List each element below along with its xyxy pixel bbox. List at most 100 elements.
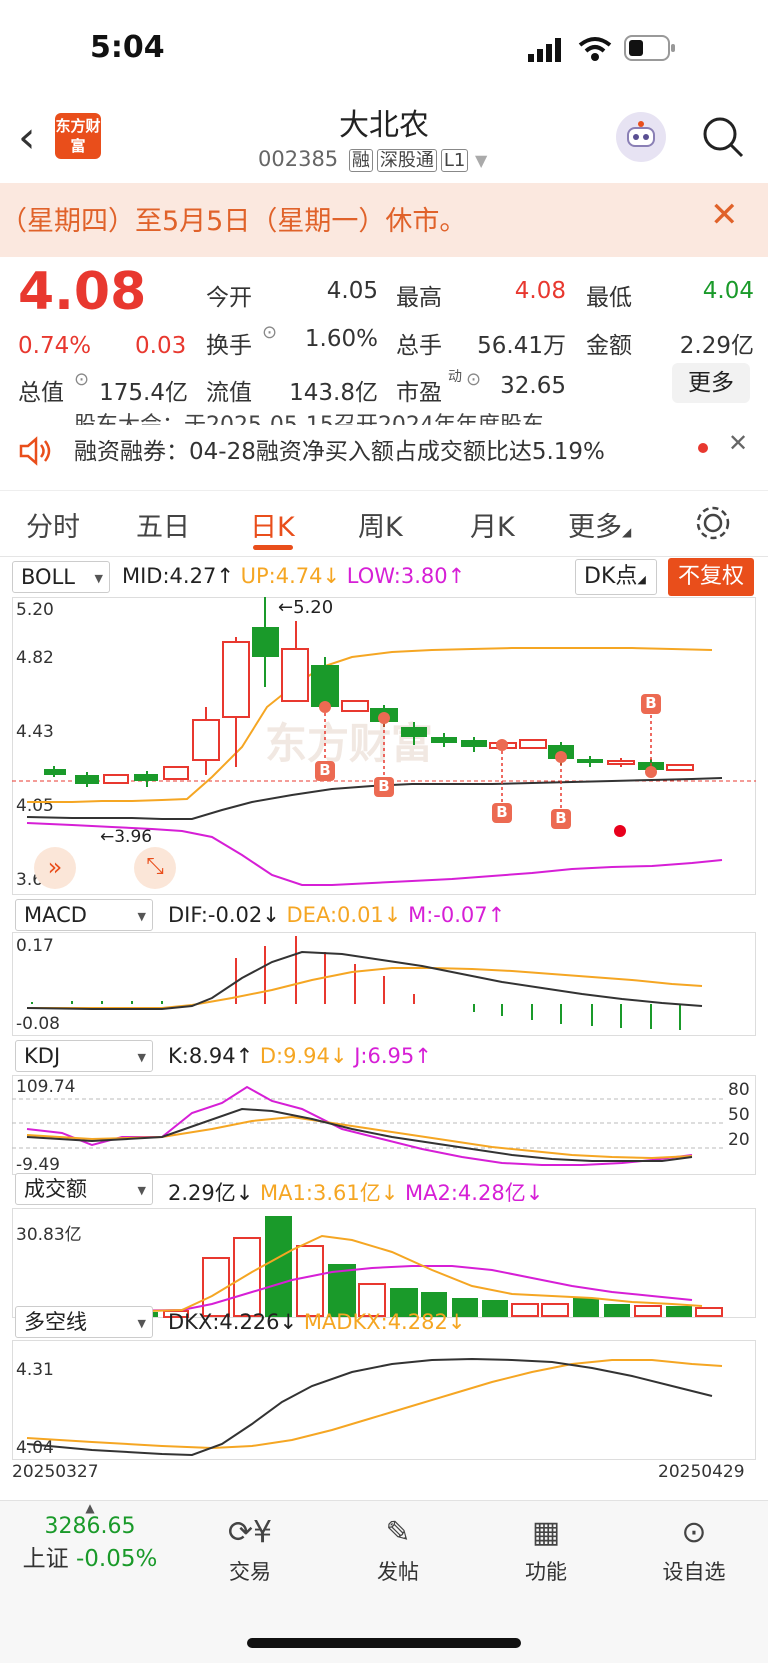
float-label: 流值 [206,380,252,406]
dropdown-icon: ▼ [137,1317,146,1330]
buy-badge[interactable]: B [492,803,512,821]
tab-weekly-k[interactable]: 周K [358,505,403,544]
dkx-value: DKX:4.226↓ [168,1310,298,1334]
min-price-mark: ←3.96 [100,827,153,847]
dkx-values: DKX:4.226↓ MADKX:4.282↓ [168,1310,465,1334]
news-line-2: 融资融券：04-28融资净买入额占成交额比达5.19% [74,439,605,465]
adjust-button[interactable]: 不复权 [668,558,754,596]
kdj-svg [12,1085,724,1166]
macd-dea: DEA:0.01↓ [286,903,402,927]
tab-active-indicator [253,545,293,550]
volume-value: 56.41万 [477,333,566,359]
dkx-name: 多空线 [24,1310,87,1334]
max-price-mark: ←5.20 [278,597,334,618]
macd-selector[interactable]: MACD ▼ [15,899,153,931]
change-amount: 0.03 [135,333,187,359]
speaker-icon [19,436,51,466]
turnover-value: 1.60% [304,326,378,352]
buy-badge[interactable]: B [641,694,661,712]
macd-dif: DIF:-0.02↓ [168,903,280,927]
tab-more-label: 更多 [568,512,622,543]
index-widget[interactable]: ▲ 3286.65 上证 -0.05% [20,1502,160,1573]
index-value: 3286.65 [44,1514,136,1539]
divider [0,490,768,491]
candle [222,641,250,718]
tab-more[interactable]: 更多◢ [568,505,631,544]
expand-panel-icon[interactable]: » [34,847,76,889]
dk-point-button[interactable]: DK点◢ [575,559,657,595]
buy-badge[interactable]: B [374,777,394,795]
index-change: -0.05% [75,1546,158,1572]
kdj-selector[interactable]: KDJ ▼ [15,1040,153,1072]
robot-assistant-icon[interactable] [616,112,666,162]
kdj-k-line [26,1107,693,1162]
candle [134,774,158,781]
volume-label: 总手 [396,333,442,359]
pe-label: 市盈 [396,380,442,406]
amount-value: 2.29亿 [679,333,754,359]
dropdown-icon[interactable]: ▼ [475,151,487,170]
gear-icon[interactable] [693,503,733,543]
info-icon[interactable]: ⊙ [466,369,481,390]
nav-watchlist-label: 设自选 [662,1560,726,1584]
tab-daily-k[interactable]: 日K [250,505,295,544]
notice-text: （星期四）至5月5日（星期一）休市。 [0,206,467,237]
dropdown-icon: ▼ [94,572,103,585]
boll-low: LOW:3.80↑ [346,564,466,588]
boll-selector[interactable]: BOLL ▼ [12,561,110,593]
index-name: 上证 [22,1546,69,1572]
buy-dots [319,701,657,837]
pe-sup: 动 [448,369,462,385]
macd-bars [31,936,681,1030]
amount-selector[interactable]: 成交额 ▼ [15,1173,153,1205]
buy-badge[interactable]: B [551,809,571,827]
stock-subline: 002385 融深股通 L1 ▼ [258,146,487,172]
close-icon[interactable]: ✕ [728,429,748,457]
nav-function[interactable]: ▦ 功能 [496,1510,596,1586]
dropdown-icon: ▼ [137,1184,146,1197]
buy-badge[interactable]: B [315,761,335,779]
boll-up: UP:4.74↓ [240,564,341,588]
candle [431,737,457,743]
fullscreen-icon[interactable]: ⤡ [134,847,176,889]
cellular-signal-icon [528,38,561,62]
info-icon[interactable]: ⊙ [262,322,277,343]
amount-ma1: MA1:3.61亿↓ [260,1181,399,1205]
x-label-end: 20250429 [658,1462,745,1482]
battery-icon [624,35,675,61]
tab-intraday[interactable]: 分时 [26,505,80,544]
dkx-selector[interactable]: 多空线 ▼ [15,1306,153,1338]
corner-arrow-icon: ◢ [622,525,632,539]
nav-watchlist[interactable]: ⊙ 设自选 [644,1510,744,1586]
stock-code: 002385 [258,147,339,171]
mcap-value: 175.4亿 [99,380,188,406]
amount-v: 2.29亿↓ [168,1181,254,1205]
info-icon[interactable]: ⊙ [74,369,89,390]
market-closure-notice: （星期四）至5月5日（星期一）休市。 ✕ [0,183,768,257]
news-ticker[interactable]: 股东大会：于2025-05-15召开2024年年度股东… 融资融券：04-28融… [0,413,768,487]
tab-five-day[interactable]: 五日 [136,505,190,544]
nav-function-label: 功能 [525,1560,567,1584]
current-price: 4.08 [18,262,147,322]
more-button[interactable]: 更多 [672,363,750,403]
candle [461,740,487,747]
amount-label: 金额 [586,333,632,359]
macd-dea-line [27,967,703,1009]
dk-label: DK点 [584,564,638,589]
tab-monthly-k[interactable]: 月K [470,505,515,544]
kline-svg [12,597,756,886]
nav-post[interactable]: ✎ 发帖 [348,1510,448,1586]
close-icon[interactable]: ✕ [710,195,739,235]
nav-post-label: 发帖 [377,1560,419,1584]
boll-values: MID:4.27↑ UP:4.74↓ LOW:3.80↑ [122,564,465,588]
low-label: 最低 [586,285,632,311]
kdj-j: J:6.95↑ [354,1044,432,1068]
candle [192,719,220,761]
kdj-values: K:8.94↑ D:9.94↓ J:6.95↑ [168,1044,432,1068]
search-icon[interactable] [700,114,746,160]
madkx-value: MADKX:4.282↓ [303,1310,466,1334]
high-label: 最高 [396,285,442,311]
macd-name: MACD [24,903,87,927]
high-value: 4.08 [514,278,566,304]
nav-trade[interactable]: ⟳¥ 交易 [200,1510,300,1586]
